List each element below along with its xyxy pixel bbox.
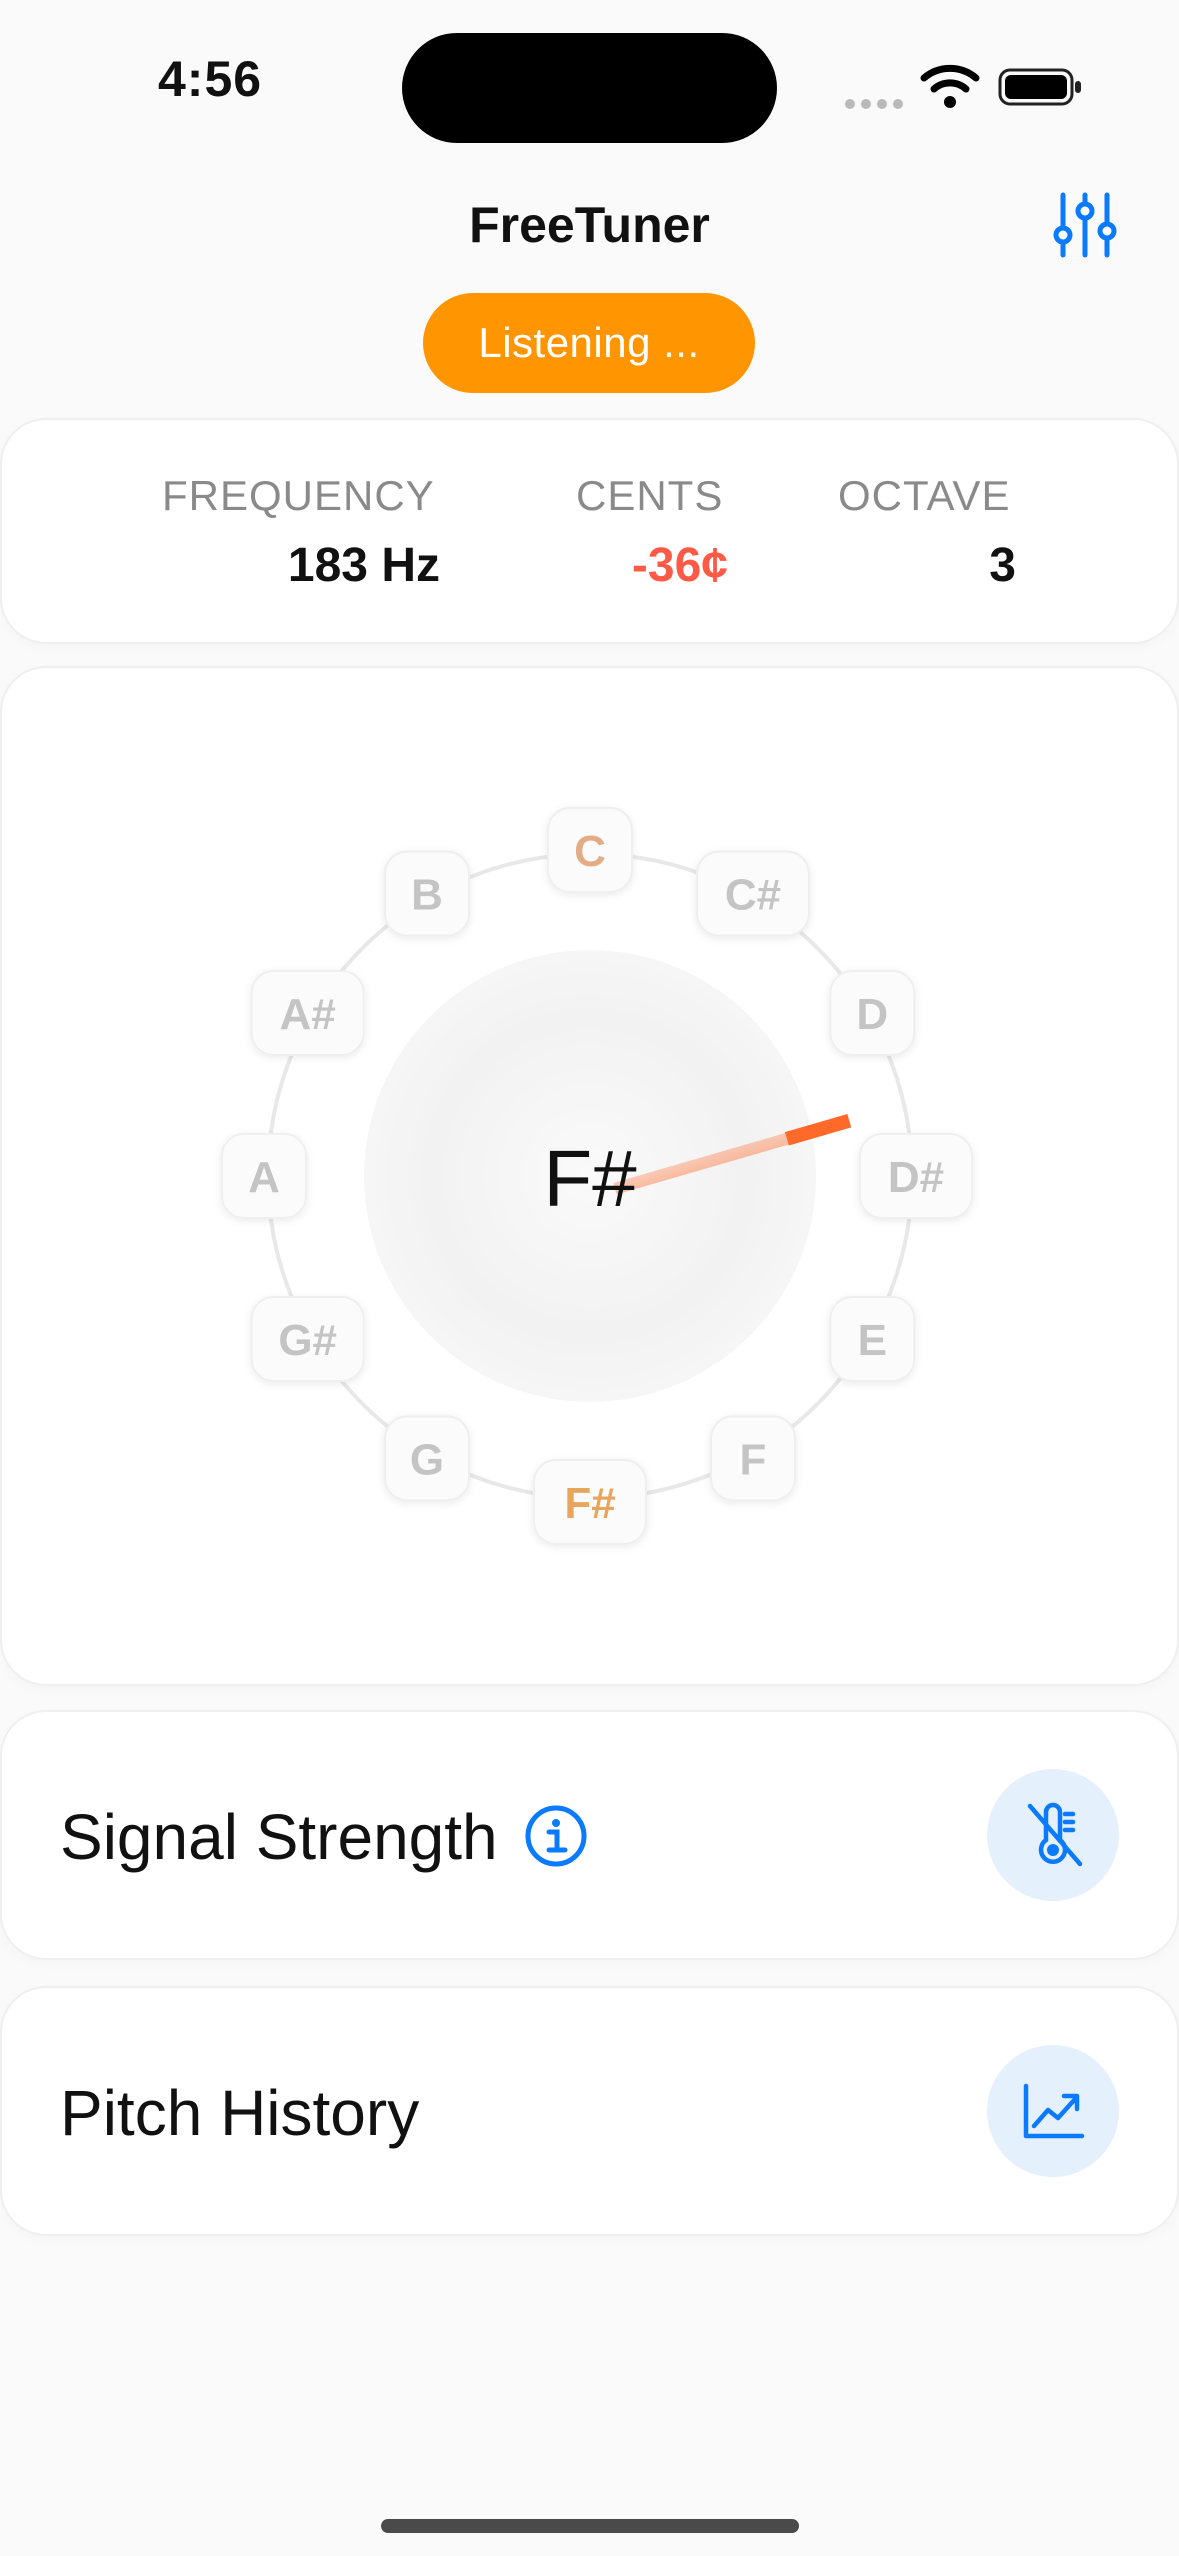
note-chip-g: G	[384, 1415, 470, 1502]
tuner-dial-card: C C# D D# E F F# G G# A A# B F#	[2, 668, 1177, 1684]
note-label: D#	[888, 1153, 944, 1202]
battery-icon	[998, 68, 1081, 106]
note-chip-a: A	[221, 1133, 307, 1219]
cellular-signal-icon	[845, 96, 909, 114]
note-chip-d: D	[829, 970, 916, 1056]
octave-value: 3	[989, 539, 1016, 592]
note-chip-e: E	[829, 1296, 916, 1382]
note-label: F	[740, 1435, 767, 1484]
pitch-history-card[interactable]: Pitch History	[2, 1988, 1177, 2234]
note-label: G	[410, 1435, 444, 1484]
wifi-icon	[920, 64, 980, 108]
note-label: A#	[280, 990, 336, 1039]
note-chip-b: B	[384, 850, 470, 937]
note-chip-f: F	[710, 1415, 796, 1502]
note-label: B	[411, 871, 443, 920]
signal-strength-button[interactable]	[987, 1769, 1119, 1901]
tuner-dial: C C# D D# E F F# G G# A A# B F#	[221, 807, 973, 1545]
note-chip-a-sharp: A#	[250, 970, 365, 1056]
note-chip-c-sharp: C#	[696, 850, 810, 937]
readout-card: FREQUENCY 183 Hz CENTS -36¢ OCTAVE 3	[2, 420, 1177, 642]
cents-label: CENTS	[576, 472, 724, 519]
settings-button[interactable]	[1045, 185, 1125, 265]
thermometer-slash-icon	[1027, 1802, 1083, 1867]
current-note: F#	[543, 1134, 637, 1223]
note-chip-g-sharp: G#	[250, 1296, 365, 1382]
pitch-history-title: Pitch History	[60, 2077, 420, 2149]
note-chip-f-sharp: F#	[533, 1459, 647, 1545]
signal-strength-card[interactable]: Signal Strength	[2, 1712, 1177, 1958]
note-label: C#	[725, 871, 781, 920]
note-label: G#	[278, 1316, 337, 1365]
note-label: D	[856, 990, 888, 1039]
dynamic-island	[402, 33, 777, 143]
app-title: FreeTuner	[469, 197, 710, 253]
signal-strength-title: Signal Strength	[60, 1801, 498, 1873]
frequency-label: FREQUENCY	[162, 472, 435, 519]
sliders-icon	[1053, 192, 1117, 258]
home-indicator[interactable]	[381, 2519, 799, 2533]
info-icon[interactable]	[524, 1804, 588, 1868]
note-label: F#	[564, 1479, 615, 1528]
note-chip-d-sharp: D#	[859, 1133, 973, 1219]
octave-label: OCTAVE	[838, 472, 1011, 519]
note-label: C	[574, 827, 606, 876]
listening-status-button[interactable]: Listening ...	[423, 293, 755, 393]
note-label: A	[248, 1153, 280, 1202]
note-chip-c: C	[547, 807, 633, 893]
pitch-history-button[interactable]	[987, 2045, 1119, 2177]
status-time: 4:56	[158, 51, 263, 107]
chart-line-uptrend-icon	[1023, 2083, 1085, 2139]
note-label: E	[858, 1316, 887, 1365]
